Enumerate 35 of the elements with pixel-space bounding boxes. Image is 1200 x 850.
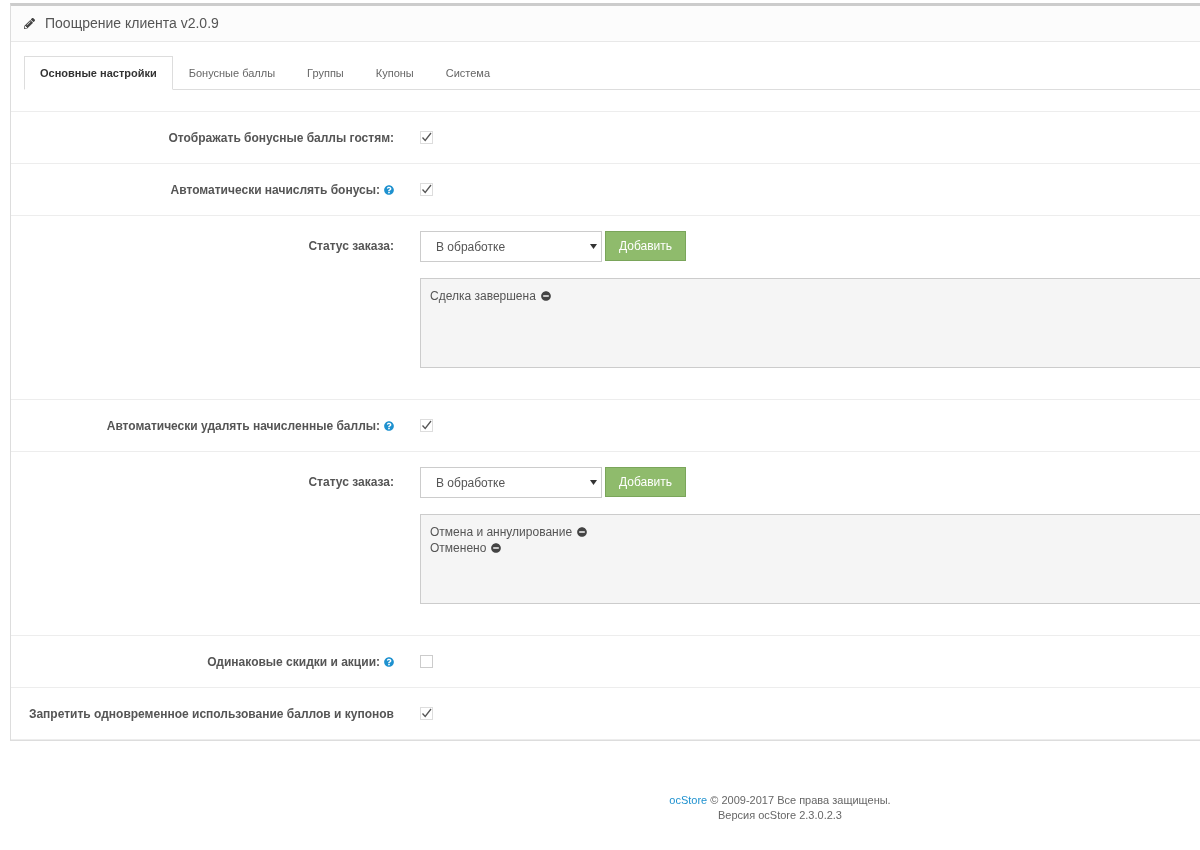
tab[interactable]: Основные настройки <box>24 56 173 90</box>
status-item: Отмена и аннулирование <box>430 524 573 540</box>
copyright-text: ocStore © 2009-2017 Все права защищены. <box>669 793 891 808</box>
checkbox[interactable] <box>420 183 433 196</box>
setting-label: Одинаковые скидки и акции: <box>207 653 380 671</box>
checkbox[interactable] <box>420 707 433 720</box>
dropdown-caret-icon <box>590 244 597 249</box>
version-text: Версия ocStore 2.3.0.2.3 <box>718 808 842 823</box>
status-item: Отменено <box>430 540 487 556</box>
panel-title: Поощрение клиента v2.0.9 <box>45 14 219 33</box>
status-item: Сделка завершена <box>430 288 536 304</box>
ocstore-link[interactable]: ocStore <box>669 794 708 806</box>
status-select[interactable]: В обработке <box>420 231 602 262</box>
setting-label: Статус заказа: <box>308 474 394 491</box>
setting-label: Автоматически удалять начисленные баллы: <box>106 417 380 435</box>
setting-label: Отображать бонусные баллы гостям: <box>168 129 394 147</box>
help-icon[interactable] <box>384 420 394 431</box>
setting-label: Статус заказа: <box>308 238 394 255</box>
tab[interactable]: Группы <box>291 56 360 90</box>
tab[interactable]: Бонусные баллы <box>172 56 292 90</box>
checkbox[interactable] <box>420 655 433 668</box>
tab[interactable]: Купоны <box>359 56 430 90</box>
remove-icon[interactable] <box>540 291 551 301</box>
status-select[interactable]: В обработке <box>420 467 602 498</box>
checkbox[interactable] <box>420 131 433 144</box>
setting-label: Автоматически начислять бонусы: <box>170 181 380 199</box>
remove-icon[interactable] <box>491 543 502 553</box>
tab[interactable]: Система <box>429 56 507 90</box>
help-icon[interactable] <box>384 656 394 667</box>
setting-label: Запретить одновременное использование баллов и купонов <box>28 705 394 723</box>
pencil-icon <box>24 18 35 29</box>
remove-icon[interactable] <box>577 527 588 537</box>
dropdown-caret-icon <box>590 480 597 485</box>
checkbox[interactable] <box>420 419 433 432</box>
help-icon[interactable] <box>384 184 394 195</box>
